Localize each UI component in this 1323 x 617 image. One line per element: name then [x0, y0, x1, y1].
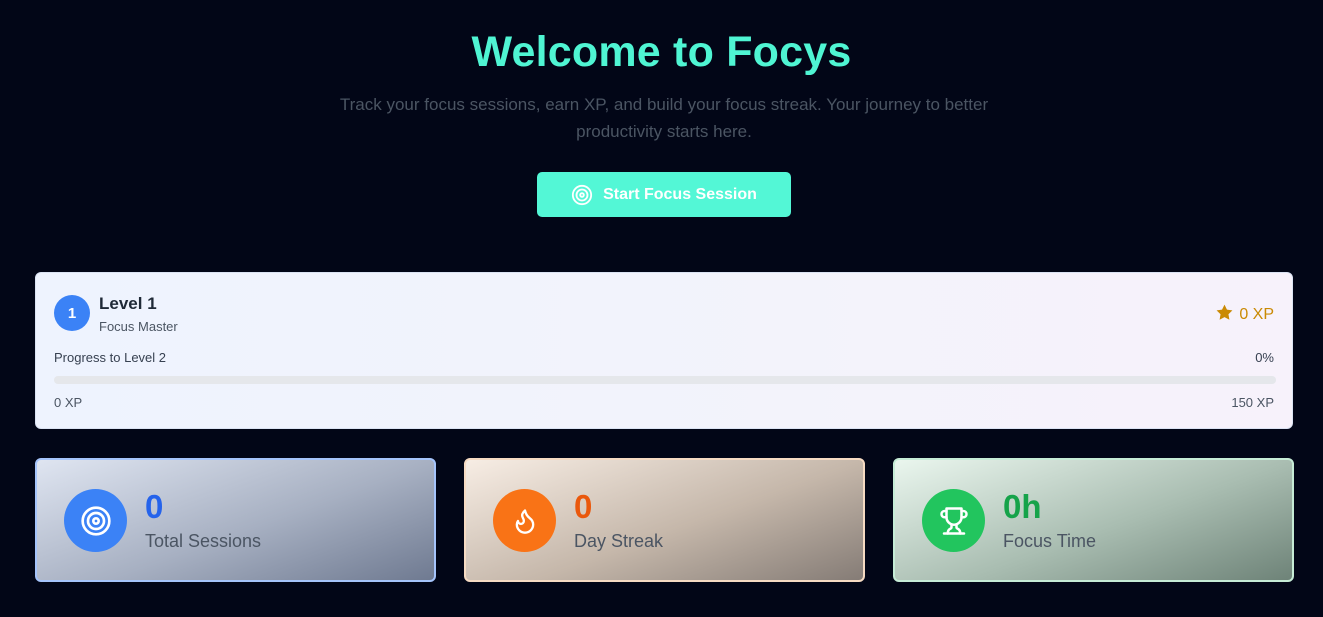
stat-card-total-sessions: 0 Total Sessions — [35, 458, 436, 582]
page-subtitle: Track your focus sessions, earn XP, and … — [339, 95, 989, 141]
level-title: Level 1 — [99, 294, 157, 313]
flame-icon — [493, 489, 556, 552]
level-badge: 1 — [54, 295, 90, 331]
progress-label: Progress to Level 2 — [54, 350, 167, 365]
star-icon — [1215, 303, 1234, 327]
progress-bar — [54, 376, 1276, 384]
stat-label: Focus Time — [1003, 531, 1097, 551]
target-icon — [64, 489, 127, 552]
start-focus-session-button[interactable]: Start Focus Session — [537, 172, 791, 217]
page-title: Welcome to Focys — [471, 28, 852, 76]
start-focus-session-label: Start Focus Session — [603, 185, 757, 203]
trophy-icon — [922, 489, 985, 552]
stat-card-focus-time: 0h Focus Time — [893, 458, 1294, 582]
stat-value: 0h — [1003, 488, 1042, 525]
stat-value: 0 — [145, 488, 164, 525]
stat-label: Day Streak — [574, 531, 664, 551]
stat-card-day-streak: 0 Day Streak — [464, 458, 865, 582]
progress-max: 150 XP — [1231, 395, 1274, 410]
stat-label: Total Sessions — [145, 531, 262, 551]
xp-total: 0 XP — [1239, 306, 1274, 323]
stat-value: 0 — [574, 488, 593, 525]
progress-percent: 0% — [1255, 350, 1274, 365]
xp-total-badge: 0 XP — [1215, 303, 1274, 327]
level-subtitle: Focus Master — [99, 319, 178, 334]
target-icon — [571, 184, 593, 206]
progress-min: 0 XP — [54, 395, 83, 410]
level-card: 1 Level 1 Focus Master 0 XP Progress to … — [35, 272, 1293, 429]
